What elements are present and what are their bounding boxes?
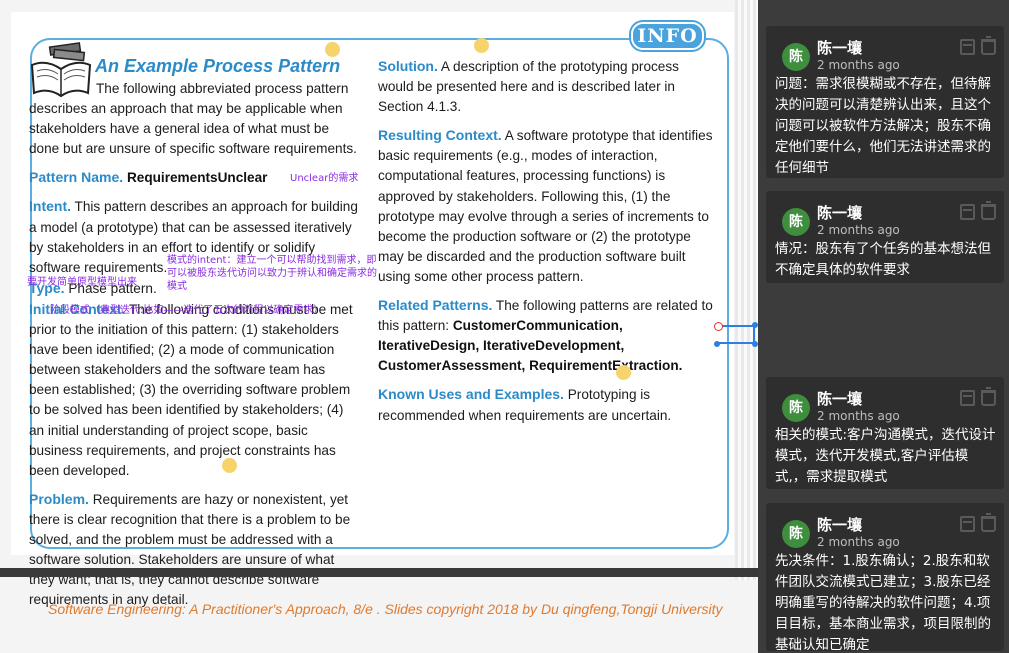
annotation-prototype: 要开发简单原型模型出来 <box>27 277 137 288</box>
solution-section: Solution. A description of the prototypi… <box>378 56 713 117</box>
comment-text: 相关的模式:客户沟通模式，迭代设计模式，迭代开发模式,客户评估模式,，需求提取模… <box>775 427 996 485</box>
highlight-dot[interactable] <box>474 38 489 53</box>
initial-context-section: Initial Context. The following condition… <box>29 299 359 481</box>
slide-divider-bar <box>0 568 758 577</box>
comment-author: 陈一壤 <box>817 516 863 534</box>
left-column: The following abbreviated process patter… <box>29 79 359 610</box>
slide-footer: Software Engineering: A Practitioner's A… <box>48 601 723 617</box>
comment-author: 陈一壤 <box>817 204 863 222</box>
annotation-unclear: Unclear的需求 <box>290 173 359 184</box>
comment-card[interactable]: 陈 陈一壤 2 months ago 情况：股东有了个任务的基本想法但不确定具体… <box>766 191 1004 283</box>
archive-icon[interactable] <box>960 39 975 55</box>
annotation-intent: 模式的intent：建立一个可以帮助找到需求，即可以被股东迭代访问以致力于辨认和… <box>167 255 377 292</box>
trash-icon[interactable] <box>981 201 996 220</box>
comment-card[interactable]: 陈 陈一壤 2 months ago 问题：需求很模糊或不存在，但待解决的问题可… <box>766 26 1004 178</box>
known-uses-label: Known Uses and Examples. <box>378 386 564 403</box>
archive-icon[interactable] <box>960 390 975 406</box>
solution-label: Solution. <box>378 58 438 74</box>
comment-time: 2 months ago <box>817 58 900 72</box>
intent-label: Intent. <box>29 198 71 215</box>
problem-section: Problem. Requirements are hazy or nonexi… <box>29 489 359 611</box>
annotation-phase: 阶段模式（典型迭代:比如——迭代了五次的流程以确定需求） <box>50 305 324 316</box>
comment-time: 2 months ago <box>817 223 900 237</box>
pattern-title: An Example Process Pattern <box>95 56 341 76</box>
textbook-page: INFO An Example Process Pattern The foll… <box>11 12 734 607</box>
archive-icon[interactable] <box>960 516 975 532</box>
trash-icon[interactable] <box>981 36 996 55</box>
comment-time: 2 months ago <box>817 535 900 549</box>
right-column: Solution. A description of the prototypi… <box>378 56 713 426</box>
known-uses-section: Known Uses and Examples. Prototyping is … <box>378 384 713 425</box>
comment-author: 陈一壤 <box>817 39 863 57</box>
comment-time: 2 months ago <box>817 409 900 423</box>
info-badge: INFO <box>631 22 704 50</box>
avatar: 陈 <box>782 394 810 422</box>
selection-handle[interactable] <box>714 341 720 347</box>
comment-text: 问题：需求很模糊或不存在，但待解决的问题可以清楚辨认出来，且这个问题可以被软件方… <box>775 76 991 176</box>
avatar: 陈 <box>782 208 810 236</box>
highlight-dot[interactable] <box>325 42 340 57</box>
trash-icon[interactable] <box>981 513 996 532</box>
slide-edge-stripes <box>735 0 758 580</box>
problem-label: Problem. <box>29 490 89 507</box>
highlight-dot[interactable] <box>222 458 237 473</box>
archive-icon[interactable] <box>960 204 975 220</box>
problem-text: Requirements are hazy or nonexistent, ye… <box>29 491 351 608</box>
delete-anchor-icon[interactable] <box>714 322 723 331</box>
related-patterns-label: Related Patterns. <box>378 297 493 314</box>
initial-context-text: The following conditions must be met pri… <box>29 301 353 478</box>
trash-icon[interactable] <box>981 387 996 406</box>
pattern-name-value: RequirementsUnclear <box>126 170 268 186</box>
resulting-context-label: Resulting Context. <box>378 127 502 144</box>
comment-text: 情况：股东有了个任务的基本想法但不确定具体的软件要求 <box>775 241 991 278</box>
pattern-name-label: Pattern Name. <box>29 169 124 186</box>
related-patterns-section: Related Patterns. The following patterns… <box>378 295 713 376</box>
avatar: 陈 <box>782 520 810 548</box>
highlight-dot[interactable] <box>616 365 631 380</box>
comments-panel: 陈 陈一壤 2 months ago 问题：需求很模糊或不存在，但待解决的问题可… <box>758 0 1009 653</box>
avatar: 陈 <box>782 43 810 71</box>
comment-card[interactable]: 陈 陈一壤 2 months ago 相关的模式:客户沟通模式，迭代设计模式，迭… <box>766 377 1004 489</box>
comment-text: 先决条件：1.股东确认；2.股东和软件团队交流模式已建立；3.股东已经明确重写的… <box>775 553 991 653</box>
comment-author: 陈一壤 <box>817 390 863 408</box>
resulting-context-section: Resulting Context. A software prototype … <box>378 125 713 287</box>
slide-canvas: INFO An Example Process Pattern The foll… <box>0 0 758 653</box>
resulting-context-text: A software prototype that identifies bas… <box>378 128 713 284</box>
intro-paragraph: The following abbreviated process patter… <box>29 81 357 157</box>
comment-card[interactable]: 陈 陈一壤 2 months ago 先决条件：1.股东确认；2.股东和软件团队… <box>766 503 1004 653</box>
